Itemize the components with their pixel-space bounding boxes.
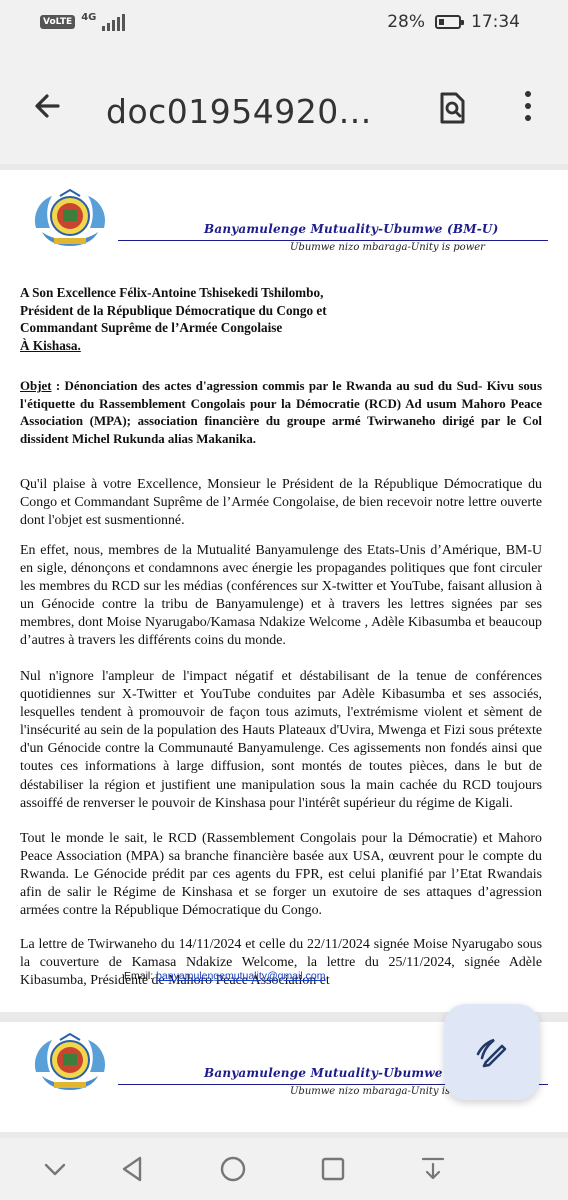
clock: 17:34 (471, 12, 520, 32)
search-in-document-button[interactable] (432, 88, 472, 128)
search-in-document-icon (440, 92, 465, 124)
paragraph-2: En effet, nous, membres de la Mutualité … (20, 543, 542, 649)
organization-logo-icon (34, 188, 106, 246)
status-left: VoLTE 4G (40, 11, 126, 31)
addressee-block: A Son Excellence Félix-Antoine Tshiseked… (20, 284, 540, 354)
email-label: Email: (124, 970, 157, 982)
battery-icon (435, 15, 464, 29)
nav-hide-button[interactable] (40, 1154, 70, 1184)
paragraph-5: La lettre de Twirwaneho du 14/11/2024 et… (20, 937, 542, 989)
annotate-pen-icon (476, 1038, 507, 1068)
network-type: 4G (81, 11, 97, 23)
nav-download-button[interactable] (418, 1154, 448, 1184)
letterhead: Banyamulenge Mutuality-Ubumwe (BM-U) Ubu… (30, 188, 548, 254)
status-right: 28% 17:34 (387, 12, 520, 32)
nav-home-button[interactable] (218, 1154, 248, 1184)
paragraph-4: Tout le monde le sait, le RCD (Rassemble… (20, 831, 542, 919)
app-bar: doc01954920... (0, 48, 568, 164)
back-button[interactable] (28, 86, 68, 126)
paragraph-3: Nul n'ignore l'ampleur de l'impact négat… (20, 669, 542, 811)
battery-level (439, 19, 444, 25)
document-title: doc01954920... (106, 92, 372, 131)
subject-label: Objet (20, 379, 52, 393)
organization-name: Banyamulenge Mutuality-Ubumwe (BM-U) (204, 222, 499, 236)
status-bar: VoLTE 4G 28% 17:34 (0, 0, 568, 48)
signal-icon (102, 13, 126, 31)
nav-recents-button[interactable] (318, 1154, 348, 1184)
more-options-button[interactable] (516, 86, 540, 126)
more-vertical-icon (525, 91, 531, 121)
volte-badge: VoLTE (40, 15, 76, 29)
organization-name: Banyamulenge Mutuality-Ubumwe (BM- (204, 1066, 482, 1080)
nav-back-button[interactable] (118, 1154, 148, 1184)
battery-percent: 28% (387, 12, 425, 32)
chevron-down-icon (44, 1163, 66, 1176)
addressee-city: À Kishasa. (20, 337, 81, 353)
addressee-line: A Son Excellence Félix-Antoine Tshiseked… (20, 285, 324, 300)
download-icon (421, 1157, 445, 1180)
footer-email: Email: banyamulengemutuality@gmail.com (124, 970, 326, 982)
subject-text: : Dénonciation des actes d'agression com… (20, 379, 542, 446)
home-circle-icon (220, 1156, 246, 1182)
paragraph-1: Qu'il plaise à votre Excellence, Monsieu… (20, 477, 542, 529)
organization-logo-icon (34, 1032, 106, 1090)
recents-square-icon (321, 1157, 345, 1181)
document-page-1[interactable]: Banyamulenge Mutuality-Ubumwe (BM-U) Ubu… (0, 170, 568, 1012)
arrow-back-icon (35, 94, 60, 118)
annotate-button[interactable] (444, 1004, 540, 1100)
organization-motto: Ubumwe nizo mbaraga-Unity is power (290, 242, 485, 253)
addressee-line: Commandant Suprême de l’Armée Congolaise (20, 320, 283, 335)
back-triangle-icon (122, 1156, 142, 1182)
email-link[interactable]: banyamulengemutuality@gmail.com (156, 970, 325, 982)
subject-block: Objet : Dénonciation des actes d'agressi… (20, 378, 542, 448)
addressee-line: Président de la République Démocratique … (20, 302, 327, 318)
navigation-bar (0, 1138, 568, 1200)
letterhead-rule (118, 240, 548, 241)
